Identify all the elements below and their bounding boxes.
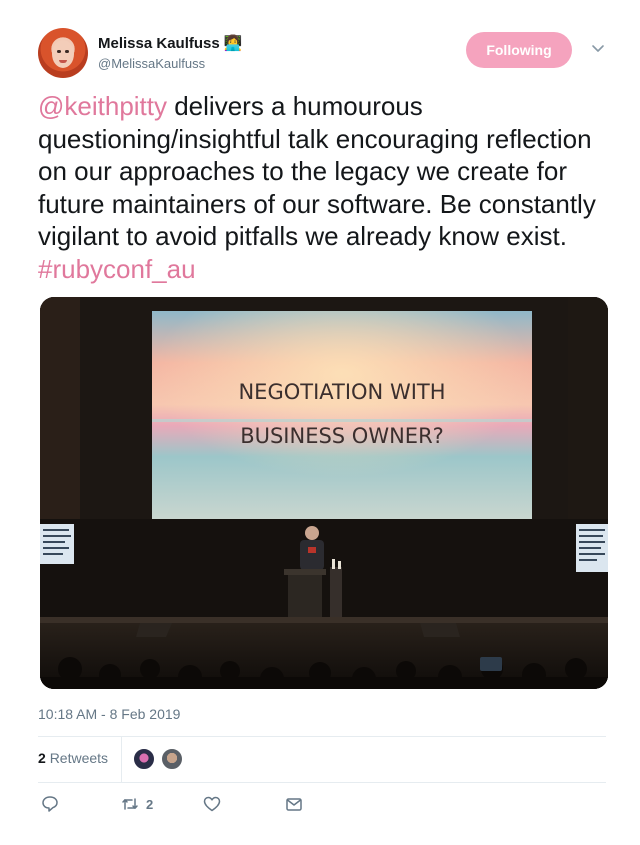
- tweet-text: @keithpitty delivers a humourous questio…: [38, 90, 613, 285]
- chevron-down-icon[interactable]: [590, 40, 606, 56]
- tweet-photo[interactable]: NEGOTIATION WITH BUSINESS OWNER?: [40, 297, 608, 689]
- following-button[interactable]: Following: [466, 32, 572, 68]
- stats-separator: [121, 736, 122, 782]
- tweet-timestamp[interactable]: 10:18 AM - 8 Feb 2019: [38, 706, 180, 722]
- user-name[interactable]: Melissa Kaulfuss 👩‍💻: [98, 34, 242, 52]
- slide-title-line1: NEGOTIATION WITH: [238, 380, 445, 404]
- user-handle[interactable]: @MelissaKaulfuss: [98, 56, 205, 71]
- direct-message-button[interactable]: [284, 794, 304, 814]
- heart-icon: [203, 796, 221, 812]
- retweet-count: 2: [146, 796, 154, 812]
- retweet-icon: [122, 798, 138, 810]
- retweets-label: Retweets: [49, 750, 109, 766]
- divider: [38, 782, 606, 783]
- user-name-text[interactable]: Melissa Kaulfuss: [98, 35, 220, 52]
- side-screen-right: [576, 524, 608, 572]
- reply-icon: [42, 796, 58, 812]
- retweeter-avatar[interactable]: [160, 747, 184, 771]
- like-button[interactable]: [202, 794, 222, 814]
- retweets-number: 2: [38, 750, 46, 766]
- hashtag-link[interactable]: #rubyconf_au: [38, 254, 196, 284]
- slide-title-line2: BUSINESS OWNER?: [240, 424, 444, 448]
- retweet-button[interactable]: 2: [120, 794, 153, 814]
- user-avatar[interactable]: [38, 28, 88, 78]
- retweeter-avatar[interactable]: [132, 747, 156, 771]
- envelope-icon: [286, 798, 302, 811]
- side-screen-left: [40, 524, 74, 564]
- tweet-stats: 2 Retweets: [38, 736, 606, 782]
- reply-button[interactable]: [40, 794, 60, 814]
- tweet-actions: 2: [38, 792, 606, 820]
- mention-link[interactable]: @keithpitty: [38, 91, 167, 121]
- technologist-emoji: 👩‍💻: [223, 35, 243, 52]
- retweets-stat[interactable]: 2 Retweets: [38, 750, 108, 766]
- presentation-slide: NEGOTIATION WITH BUSINESS OWNER?: [152, 311, 532, 519]
- tweet-header: Melissa Kaulfuss 👩‍💻 @MelissaKaulfuss Fol…: [38, 28, 620, 80]
